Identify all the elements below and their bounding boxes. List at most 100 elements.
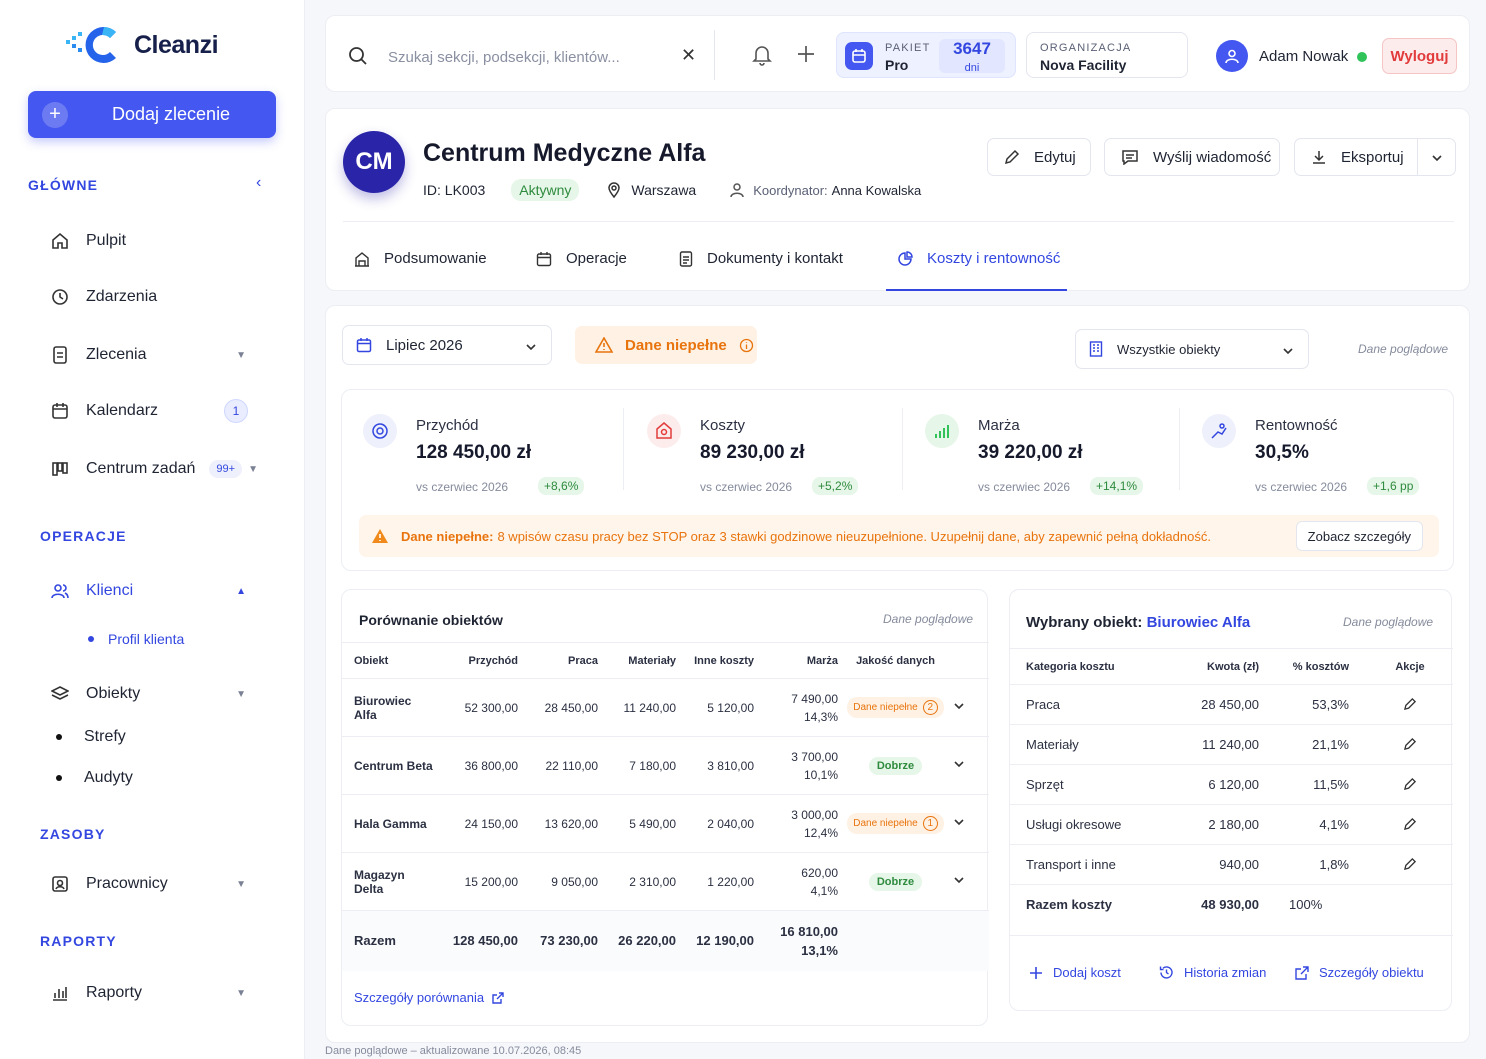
sidebar-item-dashboard[interactable]: Pulpit [50, 226, 260, 256]
sidebar-item-label: Kalendarz [86, 402, 159, 419]
send-message-button[interactable]: Wyślij wiadomość [1104, 138, 1280, 176]
object-details-button[interactable]: Szczegóły obiektu [1295, 965, 1424, 980]
quality-badge[interactable]: Dane niepełne 2 [847, 697, 944, 718]
total-other-costs: 12 190,00 [680, 910, 758, 971]
kpi-compare: vs czerwiec 2026 [1255, 480, 1348, 494]
chevron-down-icon[interactable]: ▼ [248, 464, 258, 475]
chevron-up-icon[interactable]: ▲ [236, 586, 246, 597]
organization-card[interactable]: ORGANIZACJA Nova Facility [1026, 32, 1188, 78]
package-card[interactable]: PAKIET Pro 3647 dni [836, 32, 1016, 78]
logout-button[interactable]: Wyloguj [1382, 38, 1457, 74]
comparison-details-link[interactable]: Szczegóły porównania [354, 990, 504, 1005]
search-input[interactable]: Szukaj sekcji, podsekcji, klientów... [388, 49, 620, 66]
days-value: 3647 [953, 39, 991, 58]
chevron-down-icon[interactable]: ▼ [236, 988, 246, 999]
chevron-down-icon[interactable] [1431, 151, 1443, 168]
sidebar-subitem-audits[interactable]: Audyty [56, 769, 133, 787]
expand-row-icon[interactable] [949, 852, 989, 911]
objects-value: Wszystkie obiekty [1117, 341, 1221, 357]
user-name[interactable]: Adam Nowak [1259, 48, 1348, 65]
table-row[interactable]: Biurowiec Alfa 52 300,00 28 450,00 11 24… [342, 678, 989, 737]
month-value: Lipiec 2026 [386, 336, 463, 354]
expand-row-icon[interactable] [949, 678, 989, 737]
expand-row-icon[interactable] [949, 794, 989, 853]
edit-cost-icon[interactable] [1357, 724, 1453, 765]
edit-cost-icon[interactable] [1357, 684, 1453, 725]
tab-summary[interactable]: Podsumowanie [354, 250, 487, 267]
margin-value: 16 810,00 [780, 923, 838, 939]
column-header: Jakość danych [842, 642, 949, 679]
export-button[interactable]: Eksportuj [1294, 138, 1456, 176]
preview-data-label: Dane poglądowe [1343, 615, 1434, 629]
cell-revenue: 36 800,00 [438, 736, 522, 795]
objects-select[interactable]: Wszystkie obiekty [1075, 329, 1309, 369]
sidebar-item-calendar[interactable]: Kalendarz 1 [50, 396, 260, 426]
incomplete-data-alert: Dane niepełne: 8 wpisów czasu pracy bez … [359, 515, 1439, 557]
sidebar-item-objects[interactable]: Obiekty ▼ [50, 679, 260, 709]
object-details-label: Szczegóły obiektu [1319, 965, 1424, 980]
selected-object-name[interactable]: Biurowiec Alfa [1147, 614, 1251, 631]
logo[interactable]: Cleanzi [66, 24, 219, 66]
chevron-down-icon[interactable]: ▼ [236, 879, 246, 890]
cost-category: Sprzęt [1010, 764, 1185, 805]
collapse-chevron-icon[interactable]: ‹ [256, 174, 261, 192]
kpi-margin: Marża 39 220,00 zł vs czerwiec 2026 +14,… [922, 408, 1182, 498]
incomplete-data-badge[interactable]: Dane niepełne [575, 326, 757, 364]
chevron-down-icon[interactable]: ▼ [236, 689, 246, 700]
sidebar-item-task-center[interactable]: Centrum zadań 99+ ▼ [50, 454, 260, 484]
table-header-row: Kategoria kosztu Kwota (zł) % kosztów Ak… [1010, 648, 1453, 685]
kpi-costs: Koszty 89 230,00 zł vs czerwiec 2026 +5,… [644, 408, 904, 498]
sidebar-item-reports[interactable]: Raporty ▼ [50, 978, 260, 1008]
table-row[interactable]: Centrum Beta 36 800,00 22 110,00 7 180,0… [342, 736, 989, 795]
add-cost-button[interactable]: Dodaj koszt [1029, 965, 1121, 980]
sidebar-item-clients[interactable]: Klienci ▲ [50, 576, 260, 606]
tab-operations[interactable]: Operacje [536, 250, 627, 267]
margin-percent: 13,1% [801, 942, 838, 958]
message-icon [1121, 149, 1139, 165]
sidebar-item-employees[interactable]: Pracownicy ▼ [50, 869, 260, 899]
tab-costs-profitability[interactable]: Koszty i rentowność [897, 250, 1060, 267]
sidebar-subitem-client-profile[interactable]: Profil klienta [88, 631, 184, 647]
cost-amount: 6 120,00 [1185, 764, 1267, 805]
cost-percent: 1,8% [1267, 844, 1357, 885]
bell-icon[interactable] [752, 44, 772, 69]
table-total-row: Razem koszty 48 930,00 100% [1010, 885, 1453, 925]
online-status-icon [1357, 52, 1367, 62]
warning-icon [371, 528, 389, 544]
cost-category: Usługi okresowe [1010, 804, 1185, 845]
sidebar-item-events[interactable]: Zdarzenia [50, 282, 260, 312]
table-row: Materiały 11 240,00 21,1% [1010, 724, 1453, 765]
month-select[interactable]: Lipiec 2026 [342, 325, 552, 365]
edit-cost-icon[interactable] [1357, 844, 1453, 885]
edit-button[interactable]: Edytuj [987, 138, 1091, 176]
table-row[interactable]: Magazyn Delta 15 200,00 9 050,00 2 310,0… [342, 852, 989, 911]
edit-cost-icon[interactable] [1357, 764, 1453, 805]
calendar-icon [356, 337, 372, 353]
user-icon [730, 182, 746, 198]
cost-percent: 4,1% [1267, 804, 1357, 845]
cell-other-costs: 2 040,00 [680, 794, 758, 853]
sidebar-subitem-label: Profil klienta [108, 631, 185, 647]
tab-documents-contact[interactable]: Dokumenty i kontakt [679, 250, 843, 267]
kpi-compare: vs czerwiec 2026 [700, 480, 793, 494]
clear-search-icon[interactable]: ✕ [681, 45, 696, 66]
change-history-button[interactable]: Historia zmian [1159, 965, 1266, 980]
cell-other-costs: 3 810,00 [680, 736, 758, 795]
package-label: PAKIET [885, 42, 931, 54]
column-header: Obiekt [342, 642, 438, 679]
table-row[interactable]: Hala Gamma 24 150,00 13 620,00 5 490,00 … [342, 794, 989, 853]
total-revenue: 128 450,00 [438, 910, 522, 971]
plus-icon[interactable] [796, 44, 816, 67]
expand-row-icon[interactable] [949, 736, 989, 795]
cell-margin: 3 000,00 12,4% [758, 794, 842, 853]
sidebar-item-orders[interactable]: Zlecenia ▼ [50, 340, 260, 370]
tab-label: Dokumenty i kontakt [707, 250, 843, 267]
sidebar-subitem-zones[interactable]: Strefy [56, 728, 126, 746]
add-order-button[interactable]: + Dodaj zlecenie [28, 91, 276, 138]
see-details-button[interactable]: Zobacz szczegóły [1295, 521, 1423, 551]
kpi-value: 39 220,00 zł [978, 442, 1083, 463]
quality-badge[interactable]: Dane niepełne 1 [847, 813, 944, 834]
chevron-down-icon[interactable]: ▼ [236, 350, 246, 361]
edit-cost-icon[interactable] [1357, 804, 1453, 845]
avatar[interactable] [1216, 40, 1248, 72]
